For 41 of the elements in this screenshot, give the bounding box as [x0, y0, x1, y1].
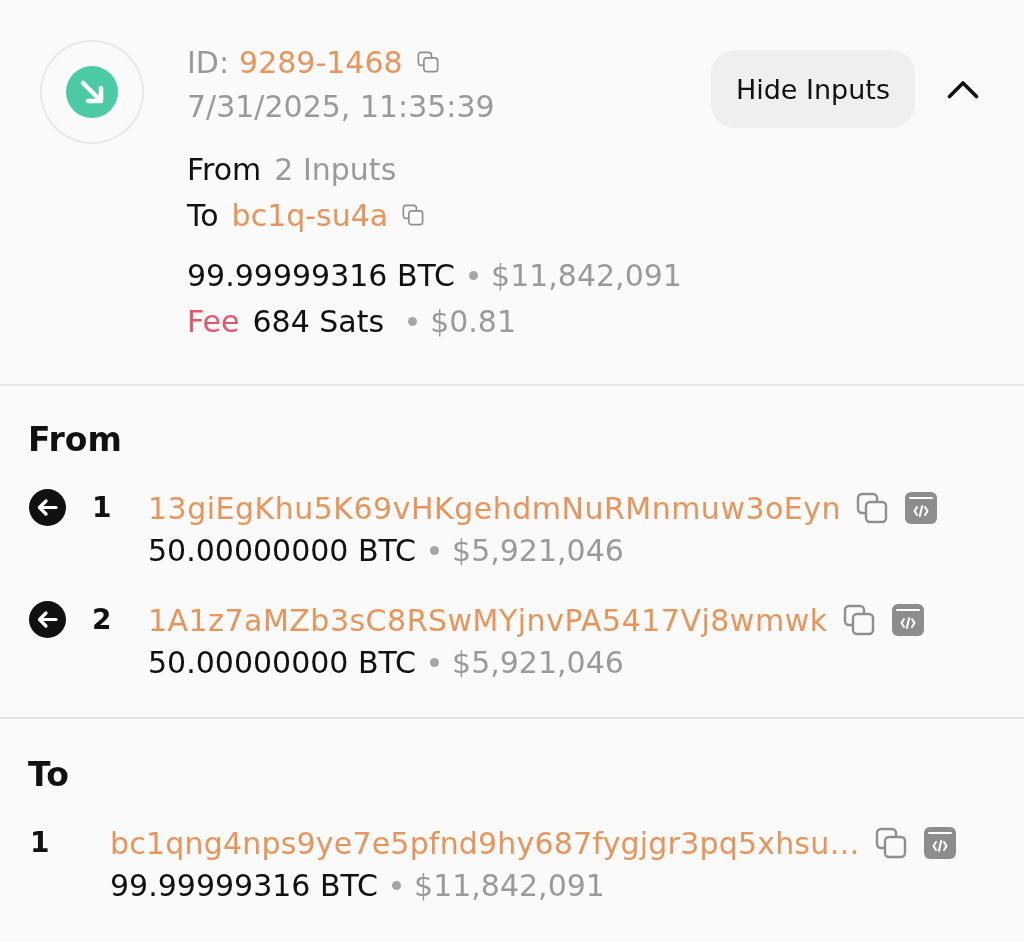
separator-dot-icon	[392, 880, 402, 890]
fee-amount: 684 Sats	[252, 303, 385, 339]
usd-value: $11,842,091	[414, 867, 605, 903]
chevron-up-icon[interactable]	[947, 79, 979, 99]
hide-inputs-button[interactable]: Hide Inputs	[710, 50, 915, 128]
address-link[interactable]: 13giEgKhu5K69vHKgehdmNuRMnmuw3oEyn	[148, 490, 842, 526]
usd-value: $11,842,091	[491, 257, 682, 293]
copy-icon[interactable]	[874, 827, 907, 859]
id-label: ID:	[187, 44, 230, 80]
timestamp: 7/31/2025, 11:35:39	[187, 88, 495, 124]
btc-amount: 99.99999316 BTC	[110, 867, 379, 903]
recipient-address[interactable]: bc1q-su4a	[231, 197, 389, 233]
section-heading: From	[28, 419, 122, 461]
copy-icon[interactable]	[842, 604, 875, 636]
btc-amount: 50.00000000 BTC	[148, 644, 417, 680]
address-link[interactable]: bc1qng4nps9ye7e5pfnd9hy687fygjgr3pq5xhsu…	[110, 825, 860, 861]
btc-amount: 99.99999316 BTC	[187, 257, 456, 293]
row-index: 2	[92, 602, 113, 638]
usd-value: $5,921,046	[452, 532, 624, 568]
code-icon[interactable]	[905, 492, 938, 524]
copy-icon[interactable]	[402, 204, 425, 226]
input-count: 2 Inputs	[274, 151, 397, 187]
usd-value: $5,921,046	[452, 644, 624, 680]
code-icon[interactable]	[891, 604, 924, 636]
copy-icon[interactable]	[856, 492, 889, 524]
row-index: 1	[92, 490, 113, 526]
section-heading: To	[28, 754, 69, 796]
fee-label: Fee	[187, 303, 240, 339]
separator-dot-icon	[430, 545, 440, 555]
separator-dot-icon	[430, 657, 440, 667]
from-label: From	[187, 151, 262, 187]
to-label: To	[187, 197, 219, 233]
transaction-id: 9289-1468	[239, 44, 403, 80]
row-index: 1	[30, 825, 51, 861]
separator-dot-icon	[469, 270, 479, 280]
address-link[interactable]: 1A1z7aMZb3sC8RSwMYjnvPA5417Vj8wmwk	[148, 602, 828, 638]
code-icon[interactable]	[923, 827, 956, 859]
copy-icon[interactable]	[416, 51, 439, 73]
usd-value: $0.81	[430, 303, 517, 339]
btc-amount: 50.00000000 BTC	[148, 532, 417, 568]
separator-dot-icon	[408, 316, 418, 326]
